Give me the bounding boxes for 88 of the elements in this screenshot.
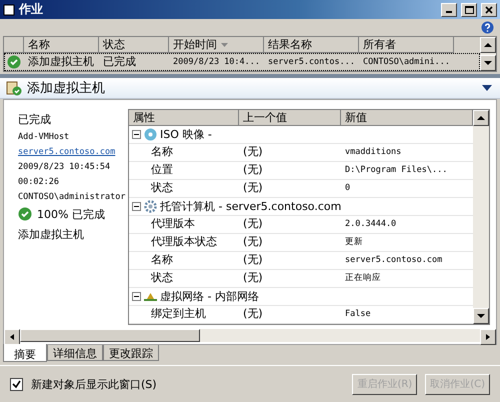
property-name: 名称 xyxy=(150,252,174,268)
triangle-down-icon xyxy=(484,60,492,66)
previous-value: (无) xyxy=(242,216,264,232)
help-icon[interactable] xyxy=(481,21,494,34)
maximize-button[interactable] xyxy=(461,2,477,17)
property-name: 状态 xyxy=(150,180,174,196)
disc-icon xyxy=(144,128,157,141)
new-value: 正在响应 xyxy=(344,272,382,286)
group-label: ISO 映像 - xyxy=(160,126,212,142)
previous-value: (无) xyxy=(242,144,264,160)
scroll-right-button[interactable] xyxy=(480,328,496,345)
new-value: False xyxy=(344,308,372,322)
column-header[interactable]: 结果名称 xyxy=(264,37,359,54)
property-name: 状态 xyxy=(150,270,174,286)
previous-value: (无) xyxy=(242,162,264,178)
previous-value: (无) xyxy=(242,234,264,250)
gear-icon xyxy=(144,200,157,213)
summary-text: 2009/8/23 10:45:54 xyxy=(18,162,110,172)
table-cell-text: server5.contos... xyxy=(267,56,356,70)
maximize-icon xyxy=(464,6,474,14)
scroll-up-button[interactable] xyxy=(473,110,489,126)
summary-text: CONTOSO\administrator xyxy=(18,192,126,202)
table-cell-text: 已完成 xyxy=(102,54,137,70)
new-value: 更新 xyxy=(344,236,364,250)
triangle-down-icon xyxy=(477,312,485,319)
network-icon xyxy=(144,292,157,301)
column-header[interactable]: 上一个值 xyxy=(239,110,341,126)
minimize-button[interactable] xyxy=(441,2,457,17)
column-header[interactable]: 状态 xyxy=(99,37,169,54)
new-value: 2.0.3444.0 xyxy=(344,218,398,232)
collapse-icon[interactable] xyxy=(482,84,492,91)
column-header[interactable]: 属性 xyxy=(129,110,239,126)
summary-text: 已完成 xyxy=(18,112,51,127)
summary-text: 添加虚拟主机 xyxy=(18,226,84,242)
clipboard-icon xyxy=(6,80,22,96)
checkbox[interactable] xyxy=(10,378,23,390)
host-link[interactable]: server5.contoso.com xyxy=(18,146,116,157)
window-icon xyxy=(3,4,15,16)
tab[interactable]: 详细信息 xyxy=(47,344,103,361)
check-icon xyxy=(7,55,21,70)
group-label: 虚拟网络 - 内部网络 xyxy=(160,288,259,304)
triangle-up-icon xyxy=(477,114,485,121)
checkmark-icon xyxy=(12,380,21,388)
expander-icon[interactable] xyxy=(132,292,141,301)
group-label: 托管计算机 - server5.contoso.com xyxy=(160,198,342,214)
property-name: 代理版本状态 xyxy=(150,234,218,250)
previous-value: (无) xyxy=(242,252,264,268)
new-value: D:\Program Files\... xyxy=(344,164,448,178)
scroll-up-button[interactable] xyxy=(480,37,496,54)
triangle-up-icon xyxy=(484,42,492,48)
column-header[interactable]: 开始时间 xyxy=(169,37,264,54)
new-value: server5.contoso.com xyxy=(344,254,444,268)
new-value: 0 xyxy=(344,182,352,196)
column-header[interactable]: 所有者 xyxy=(359,37,454,54)
scroll-thumb[interactable] xyxy=(20,328,200,342)
close-icon xyxy=(485,6,493,14)
table-cell-text: CONTOSO\admini... xyxy=(362,56,451,70)
tab[interactable]: 摘要 xyxy=(3,344,47,362)
detail-title: 添加虚拟主机 xyxy=(27,80,106,97)
triangle-right-icon xyxy=(484,334,492,340)
summary-text: 00:02:26 xyxy=(18,176,59,187)
previous-value: (无) xyxy=(242,270,264,286)
column-header[interactable]: 新值 xyxy=(341,110,473,126)
progress-text: 100% 已完成 xyxy=(37,206,105,222)
previous-value: (无) xyxy=(242,306,264,322)
column-header[interactable]: 名称 xyxy=(24,37,99,54)
job-row[interactable]: 添加虚拟主机 已完成 2009/8/23 10:4... server5.contos... CONTOSO\admini... xyxy=(4,53,480,72)
window-title: 作业 xyxy=(19,1,44,18)
scroll-down-button[interactable] xyxy=(480,55,496,72)
expander-icon[interactable] xyxy=(132,202,141,211)
tab[interactable]: 更改跟踪 xyxy=(103,344,159,361)
property-name: 代理版本 xyxy=(150,216,196,232)
property-name: 名称 xyxy=(150,144,174,160)
close-button[interactable] xyxy=(481,2,497,17)
new-value: vmadditions xyxy=(344,146,402,160)
scroll-left-button[interactable] xyxy=(4,328,20,345)
triangle-left-icon xyxy=(8,334,16,340)
property-name: 位置 xyxy=(150,162,174,178)
table-cell-text: 添加虚拟主机 xyxy=(27,54,95,70)
previous-value: (无) xyxy=(242,180,264,196)
summary-text: Add-VMHost xyxy=(18,132,70,142)
scroll-down-button[interactable] xyxy=(473,308,489,324)
checkbox-label: 新建对象后显示此窗口(S) xyxy=(31,376,158,392)
table-cell-text: 2009/8/23 10:4... xyxy=(172,56,261,70)
expander-icon[interactable] xyxy=(132,130,141,139)
property-name: 绑定到主机 xyxy=(150,306,207,322)
check-icon xyxy=(18,207,32,222)
minimize-icon xyxy=(446,11,452,14)
